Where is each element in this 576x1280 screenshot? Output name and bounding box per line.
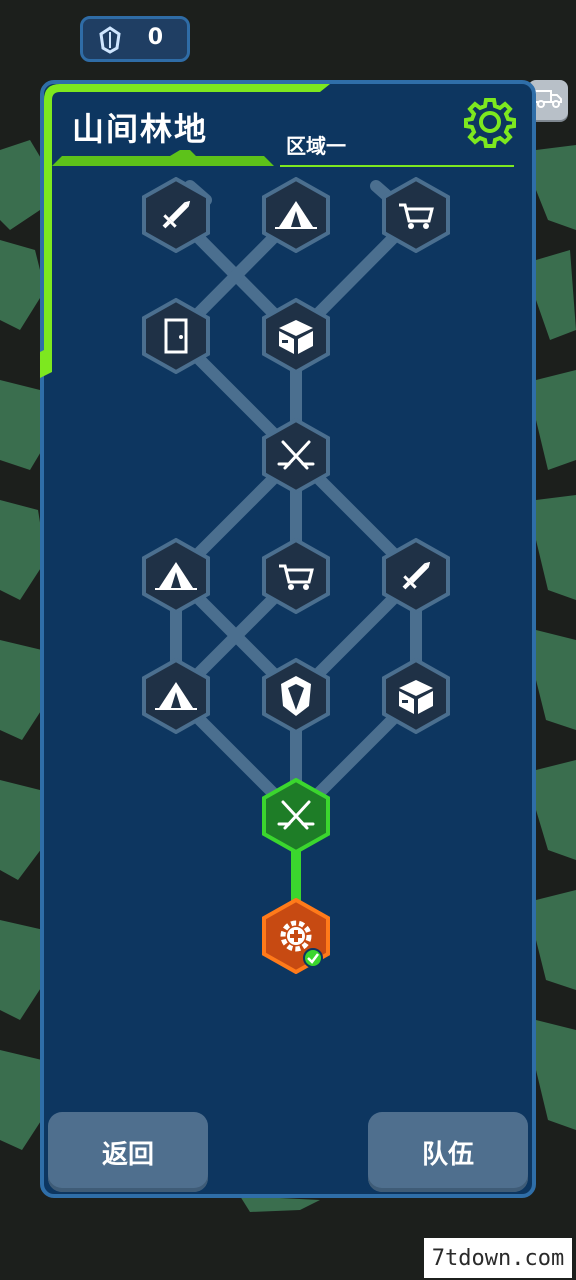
back-button[interactable]: 返回 (48, 1112, 208, 1192)
map-node-sword[interactable] (141, 177, 211, 253)
watermark: 7tdown.com (424, 1238, 572, 1278)
gear-icon (464, 98, 516, 152)
map-node-battle[interactable] (261, 418, 331, 494)
map-node-shop[interactable] (381, 177, 451, 253)
area-subtitle: 区域一 (286, 134, 346, 158)
map-node-tent[interactable] (141, 658, 211, 734)
area-title: 山间林地 (72, 110, 209, 148)
map-node-crystal[interactable] (261, 658, 331, 734)
check-icon (303, 948, 323, 968)
map-node-box[interactable] (381, 658, 451, 734)
map-node-tent[interactable] (261, 177, 331, 253)
map-node-door[interactable] (141, 298, 211, 374)
map-node-tent[interactable] (141, 538, 211, 614)
map-node-start-completed[interactable] (261, 898, 331, 974)
map-node-sword[interactable] (381, 538, 451, 614)
map-node-box[interactable] (261, 298, 331, 374)
team-button[interactable]: 队伍 (368, 1112, 528, 1192)
map-node-battle-available[interactable] (261, 778, 331, 854)
settings-button[interactable] (464, 96, 516, 148)
map-node-shop[interactable] (261, 538, 331, 614)
